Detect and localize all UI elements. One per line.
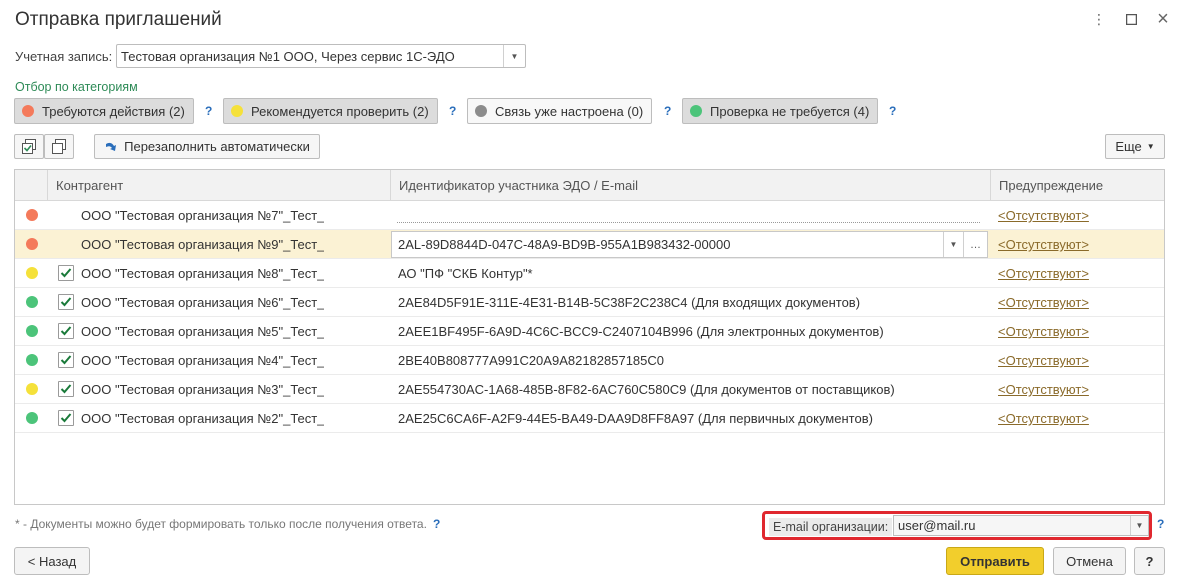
row-checkbox[interactable] (58, 294, 74, 310)
counterparty-name: ООО "Тестовая организация №9"_Тест_ (81, 237, 325, 252)
back-button[interactable]: < Назад (14, 547, 90, 575)
warning-link[interactable]: <Отсутствуют> (998, 230, 1089, 259)
org-email-label: E-mail организации: (769, 518, 893, 536)
help-icon[interactable]: ? (1157, 517, 1164, 531)
counterparty-name: ООО "Тестовая организация №2"_Тест_ (81, 411, 325, 426)
edo-id-value: 2BE40B808777A991C20A9A82182857185C0 (398, 353, 665, 368)
help-icon[interactable]: ? (889, 104, 896, 118)
status-dot-icon (26, 238, 38, 250)
row-checkbox[interactable] (58, 381, 74, 397)
uncheck-all-button[interactable] (44, 134, 74, 159)
table-row[interactable]: ООО "Тестовая организация №9"_Тест_ 2AL-… (15, 230, 1164, 259)
window-controls: ⋮ × (1090, 9, 1172, 29)
org-email-input[interactable]: user@mail.ru ▼ (893, 515, 1149, 536)
warning-link[interactable]: <Отсутствуют> (998, 346, 1089, 375)
row-checkbox[interactable] (58, 323, 74, 339)
table-row[interactable]: ООО "Тестовая организация №8"_Тест_ АО "… (15, 259, 1164, 288)
status-dot-icon (26, 296, 38, 308)
category-recommended-check[interactable]: Рекомендуется проверить (2) (223, 98, 438, 124)
status-dot-icon (26, 267, 38, 279)
chevron-down-icon[interactable]: ▼ (1130, 516, 1148, 535)
chevron-down-icon[interactable]: ▼ (943, 232, 963, 257)
col-warning[interactable]: Предупреждение (990, 170, 1166, 201)
maximize-icon[interactable] (1122, 10, 1140, 28)
table-row[interactable]: ООО "Тестовая организация №4"_Тест_ 2BE4… (15, 346, 1164, 375)
counterparty-name: ООО "Тестовая организация №7"_Тест_ (81, 208, 325, 223)
cancel-button[interactable]: Отмена (1053, 547, 1126, 575)
row-checkbox[interactable] (58, 265, 74, 281)
status-dot-icon (26, 383, 38, 395)
org-email-group: E-mail организации: user@mail.ru ▼ (762, 511, 1152, 540)
help-icon[interactable]: ? (449, 104, 456, 118)
counterparty-name: ООО "Тестовая организация №4"_Тест_ (81, 353, 325, 368)
table-row[interactable]: ООО "Тестовая организация №2"_Тест_ 2AE2… (15, 404, 1164, 433)
counterparty-name: ООО "Тестовая организация №3"_Тест_ (81, 382, 325, 397)
table-row[interactable]: ООО "Тестовая организация №7"_Тест_ <Отс… (15, 201, 1164, 230)
help-button[interactable]: ? (1134, 547, 1165, 575)
table-row[interactable]: ООО "Тестовая организация №5"_Тест_ 2AEE… (15, 317, 1164, 346)
category-no-check-required[interactable]: Проверка не требуется (4) (682, 98, 879, 124)
chevron-down-icon[interactable]: ▼ (503, 45, 525, 67)
category-label: Рекомендуется проверить (2) (251, 103, 429, 119)
edo-id-value: 2AEE1BF495F-6A9D-4C6C-BCC9-C2407104B996 … (398, 324, 884, 339)
status-dot-icon (22, 105, 34, 117)
warning-link[interactable]: <Отсутствуют> (998, 288, 1089, 317)
check-all-button[interactable] (14, 134, 44, 159)
filter-label: Отбор по категориям (15, 80, 138, 94)
table-row[interactable]: ООО "Тестовая организация №3"_Тест_ 2AE5… (15, 375, 1164, 404)
send-button[interactable]: Отправить (946, 547, 1044, 575)
warning-link[interactable]: <Отсутствуют> (998, 201, 1089, 230)
account-label: Учетная запись: (15, 49, 113, 64)
empty-id-field[interactable] (397, 222, 980, 223)
chevron-down-icon: ▼ (1146, 142, 1155, 151)
row-checkbox[interactable] (58, 410, 74, 426)
warning-link[interactable]: <Отсутствуют> (998, 404, 1089, 433)
counterparty-name: ООО "Тестовая организация №5"_Тест_ (81, 324, 325, 339)
category-label: Связь уже настроена (0) (495, 103, 644, 119)
check-all-icon (22, 138, 36, 154)
status-dot-icon (475, 105, 487, 117)
status-dot-icon (26, 412, 38, 424)
edo-id-value: 2AE554730AC-1A68-485B-8F82-6AC760C580C9 … (398, 382, 895, 397)
help-icon[interactable]: ? (433, 517, 440, 531)
kebab-menu-icon[interactable]: ⋮ (1090, 10, 1108, 28)
ellipsis-icon[interactable]: … (963, 232, 987, 257)
status-dot-icon (26, 209, 38, 221)
edo-id-input[interactable]: 2AL-89D8844D-047C-48A9-BD9B-955A1B983432… (391, 231, 988, 258)
refill-auto-button[interactable]: Перезаполнить автоматически (94, 134, 320, 159)
window-title: Отправка приглашений (15, 9, 222, 30)
status-dot-icon (690, 105, 702, 117)
edo-id-value: 2AE25C6CA6F-A2F9-44E5-BA49-DAA9D8FF8A97 … (398, 411, 873, 426)
table-row[interactable]: ООО "Тестовая организация №6"_Тест_ 2AE8… (15, 288, 1164, 317)
counterparty-table: Контрагент Идентификатор участника ЭДО /… (14, 169, 1165, 505)
edo-id-value: АО "ПФ "СКБ Контур"* (398, 266, 533, 281)
col-edo-id[interactable]: Идентификатор участника ЭДО / E-mail (390, 170, 990, 201)
close-icon[interactable]: × (1154, 9, 1172, 29)
warning-link[interactable]: <Отсутствуют> (998, 375, 1089, 404)
warning-link[interactable]: <Отсутствуют> (998, 317, 1089, 346)
refill-arrow-icon (106, 142, 117, 151)
counterparty-name: ООО "Тестовая организация №8"_Тест_ (81, 266, 325, 281)
status-dot-icon (26, 325, 38, 337)
status-dot-icon (26, 354, 38, 366)
uncheck-all-icon (52, 138, 66, 154)
edo-id-value: 2AE84D5F91E-311E-4E31-B14B-5C38F2C238C4 … (398, 295, 861, 310)
row-checkbox[interactable] (58, 352, 74, 368)
account-select[interactable]: Тестовая организация №1 ООО, Через серви… (116, 44, 526, 68)
more-button[interactable]: Еще ▼ (1105, 134, 1165, 159)
help-icon[interactable]: ? (205, 104, 212, 118)
category-already-configured[interactable]: Связь уже настроена (0) (467, 98, 653, 124)
help-icon[interactable]: ? (664, 104, 671, 118)
table-header: Контрагент Идентификатор участника ЭДО /… (15, 170, 1164, 201)
category-actions-required[interactable]: Требуются действия (2) (14, 98, 194, 124)
warning-link[interactable]: <Отсутствуют> (998, 259, 1089, 288)
category-label: Проверка не требуется (4) (710, 103, 870, 119)
category-label: Требуются действия (2) (42, 103, 185, 119)
footnote: * - Документы можно будет формировать то… (15, 517, 441, 531)
col-counterparty[interactable]: Контрагент (47, 170, 390, 201)
counterparty-name: ООО "Тестовая организация №6"_Тест_ (81, 295, 325, 310)
status-dot-icon (231, 105, 243, 117)
account-value: Тестовая организация №1 ООО, Через серви… (121, 49, 455, 64)
